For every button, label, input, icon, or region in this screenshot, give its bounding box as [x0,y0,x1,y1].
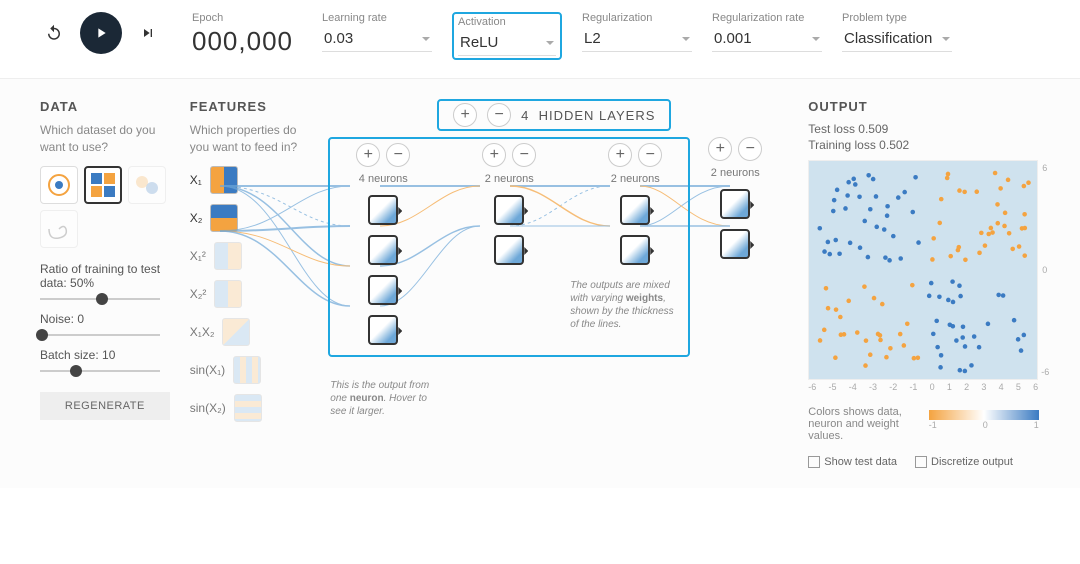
data-subtitle: Which dataset do you want to use? [40,122,170,156]
top-bar: Epoch 000,000 Learning rate 0.03 Activat… [0,0,1080,79]
neuron[interactable] [494,235,524,265]
dataset-spiral[interactable] [40,210,78,248]
main-area: DATA Which dataset do you want to use? R… [0,79,1080,488]
step-icon[interactable] [134,19,162,47]
ratio-slider[interactable]: Ratio of training to test data: 50% [40,262,170,300]
neuron[interactable] [620,235,650,265]
features-panel: FEATURES Which properties do you want to… [190,99,311,468]
add-neuron-2[interactable]: + [482,143,506,167]
discretize-checkbox[interactable]: Discretize output [915,456,1013,468]
layer-2: +− 2 neurons [464,143,554,355]
show-test-checkbox[interactable]: Show test data [808,456,897,468]
neuron[interactable] [494,195,524,225]
lr-param[interactable]: Learning rate 0.03 [322,12,432,52]
problem-param[interactable]: Problem type Classification [842,12,952,52]
feature-sinx1[interactable]: sin(X₁) [190,356,311,384]
dataset-circle[interactable] [40,166,78,204]
neuron[interactable] [368,315,398,345]
batch-slider[interactable]: Batch size: 10 [40,348,170,372]
data-panel: DATA Which dataset do you want to use? R… [40,99,170,468]
reset-icon[interactable] [40,19,68,47]
feature-x1x2[interactable]: X₁X₂ [190,318,311,346]
layers-row: +− 4 neurons +− 2 neurons +− 2 neurons [320,137,788,357]
neuron[interactable] [368,235,398,265]
reg-select[interactable]: L2 [582,26,692,52]
dataset-grid [40,166,170,248]
activation-param[interactable]: Activation ReLU [452,12,562,60]
annotation-neuron: This is the output from one neuron. Hove… [330,379,440,418]
regrate-select[interactable]: 0.001 [712,26,822,52]
remove-layer-button[interactable]: − [487,103,511,127]
network-panel: + − 4 HIDDEN LAYERS [320,99,788,468]
features-title: FEATURES [190,99,311,114]
remove-neuron-2[interactable]: − [512,143,536,167]
playback-controls [40,12,162,54]
problem-select[interactable]: Classification [842,26,952,52]
gradient-bar [929,410,1039,420]
feature-x2sq[interactable]: X₂² [190,280,311,308]
output-chart: 6 0 -6 [808,160,1038,380]
feature-x2[interactable]: X₂ [190,204,311,232]
regenerate-button[interactable]: REGENERATE [40,392,170,420]
neuron[interactable] [620,195,650,225]
neuron[interactable] [368,195,398,225]
feature-x1sq[interactable]: X₁² [190,242,311,270]
annotation-weights: The outputs are mixed with varying weigh… [570,279,680,331]
add-neuron-1[interactable]: + [356,143,380,167]
epoch-value: 000,000 [192,26,302,57]
hidden-layers-header: + − 4 HIDDEN LAYERS [437,99,671,131]
neuron[interactable] [720,229,750,259]
regrate-param[interactable]: Regularization rate 0.001 [712,12,822,52]
output-title: OUTPUT [808,99,1040,114]
add-neuron-4[interactable]: + [708,137,732,161]
remove-neuron-1[interactable]: − [386,143,410,167]
data-title: DATA [40,99,170,114]
remove-neuron-3[interactable]: − [638,143,662,167]
reg-param[interactable]: Regularization L2 [582,12,692,52]
epoch-param: Epoch 000,000 [192,12,302,57]
legend-text: Colors shows data, neuron and weight val… [808,406,918,442]
dataset-gauss[interactable] [128,166,166,204]
noise-slider[interactable]: Noise: 0 [40,312,170,336]
output-panel: OUTPUT Test loss 0.509 Training loss 0.5… [808,99,1040,468]
neuron[interactable] [368,275,398,305]
x-axis-ticks: -6-5-4-3-2-10123456 [808,382,1038,392]
layer-4: +− 2 neurons [690,137,780,357]
feature-x1[interactable]: X₁ [190,166,311,194]
remove-neuron-4[interactable]: − [738,137,762,161]
feature-sinx2[interactable]: sin(X₂) [190,394,311,422]
add-layer-button[interactable]: + [453,103,477,127]
play-button[interactable] [80,12,122,54]
layer-1: +− 4 neurons [338,143,428,355]
epoch-label: Epoch [192,12,302,24]
features-subtitle: Which properties do you want to feed in? [190,122,311,156]
neuron[interactable] [720,189,750,219]
dataset-xor[interactable] [84,166,122,204]
train-loss: Training loss 0.502 [808,138,1040,152]
activation-select[interactable]: ReLU [458,30,556,56]
lr-select[interactable]: 0.03 [322,26,432,52]
add-neuron-3[interactable]: + [608,143,632,167]
test-loss: Test loss 0.509 [808,122,1040,136]
